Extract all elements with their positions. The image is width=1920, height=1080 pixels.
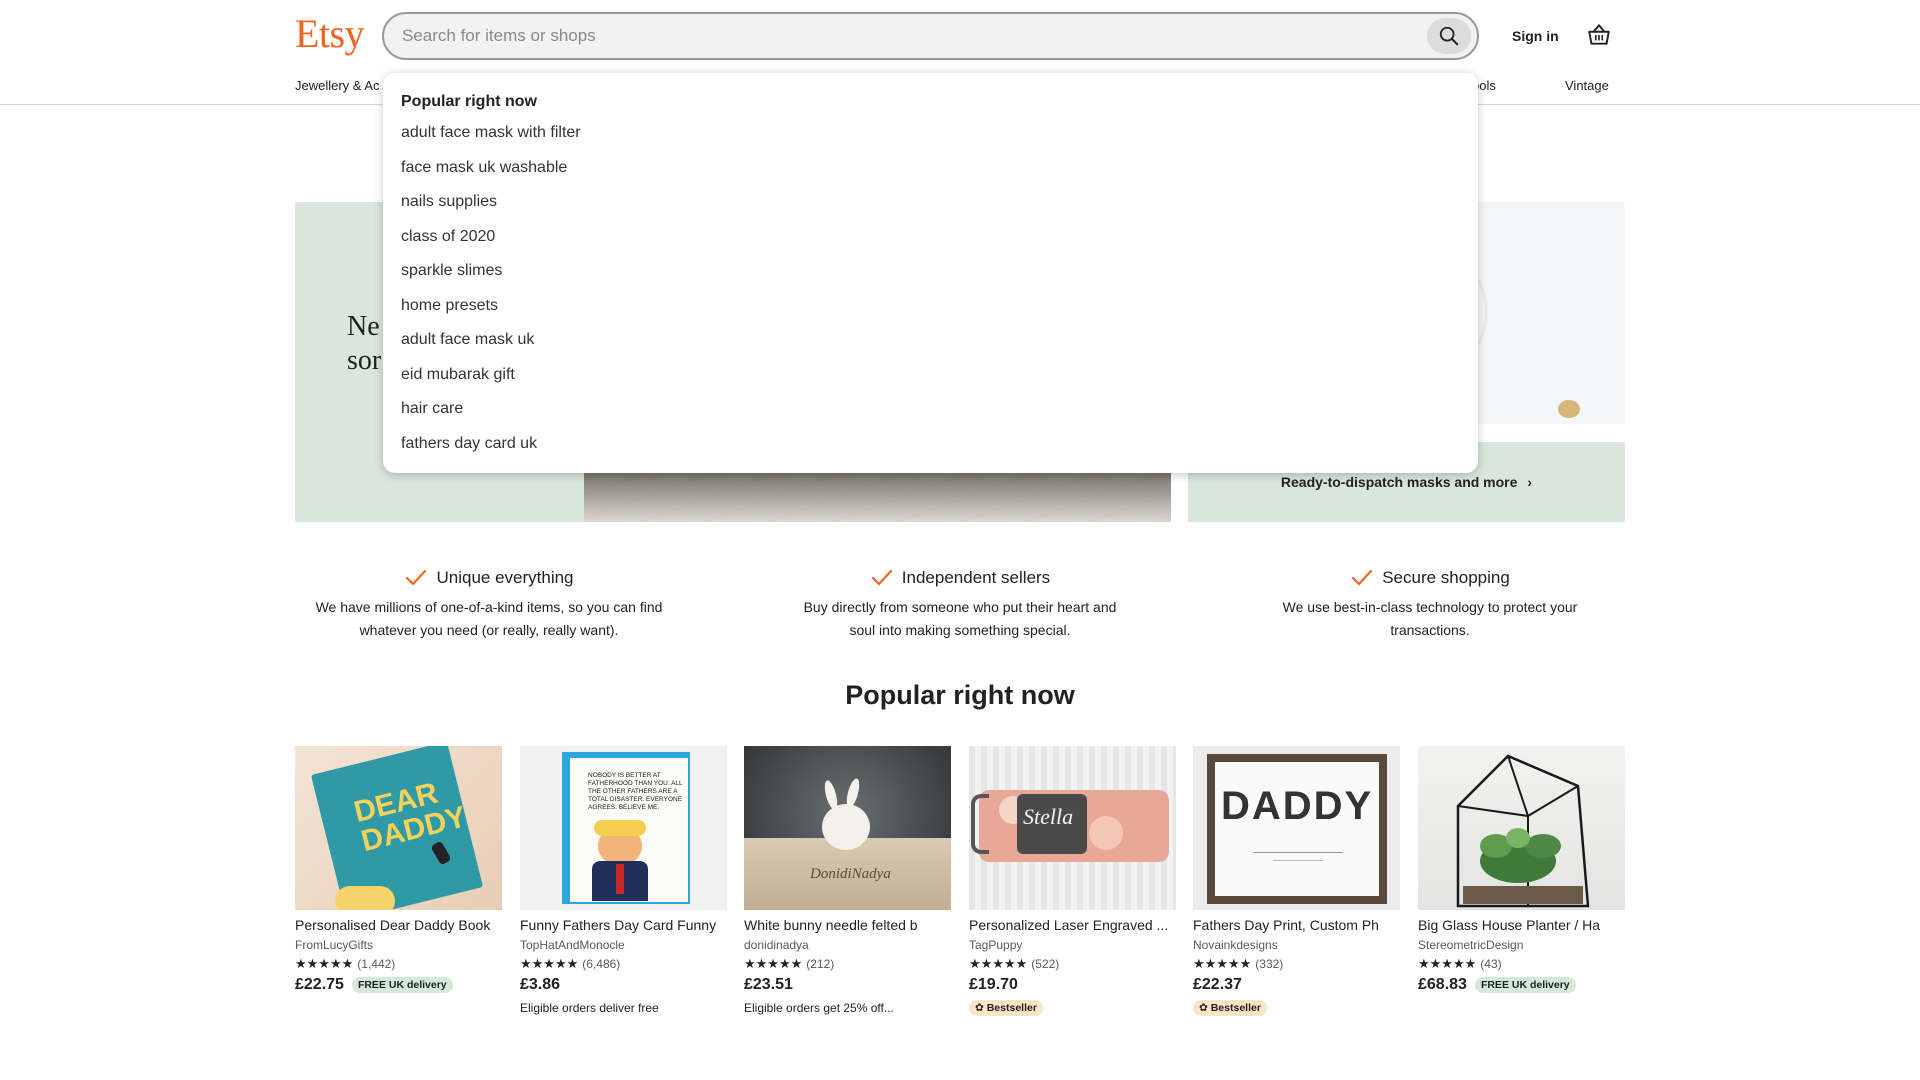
suggestion-item[interactable]: class of 2020 (401, 227, 581, 262)
category-jewellery[interactable]: Jewellery & Ac (295, 78, 380, 93)
value-prop-unique: Unique everything We have millions of on… (289, 568, 689, 642)
bestseller-badge: ✿ Bestseller (969, 1000, 1043, 1016)
suggestion-list: adult face mask with filter face mask uk… (401, 123, 581, 468)
product-card[interactable]: DEAR DADDY Personalised Dear Daddy Book … (295, 746, 502, 994)
shop-name: TagPuppy (969, 938, 1023, 952)
product-title[interactable]: Fathers Day Print, Custom Ph (1193, 917, 1400, 933)
value-prop-desc: We use best-in-class technology to prote… (1282, 599, 1578, 638)
price: £3.86 (520, 976, 561, 993)
price: £19.70 (969, 976, 1018, 993)
price: £22.37 (1193, 976, 1242, 993)
rating: ★★★★★ (522) (969, 956, 1176, 972)
delivery-note: Eligible orders deliver free (520, 1001, 659, 1015)
etsy-logo[interactable]: Etsy (295, 10, 365, 57)
search-suggestions-dropdown: Popular right now adult face mask with f… (383, 73, 1478, 473)
value-prop-title: Unique everything (436, 568, 574, 587)
product-card[interactable]: NOBODY IS BETTER AT FATHERHOOD THAN YOU.… (520, 746, 727, 1015)
rating: ★★★★★ (1,442) (295, 956, 502, 972)
rating: ★★★★★ (332) (1193, 956, 1400, 972)
value-prop-sellers: Independent sellers Buy directly from so… (760, 568, 1160, 642)
popular-section-title: Popular right now (845, 680, 1075, 710)
search-input[interactable] (402, 14, 1382, 58)
basket-icon (1588, 24, 1610, 45)
suggestion-item[interactable]: adult face mask with filter (401, 123, 581, 158)
checkmark-icon (1352, 569, 1373, 586)
product-image[interactable]: DonidiNadya (744, 746, 951, 910)
price: £68.83 (1418, 976, 1467, 993)
product-card[interactable]: DADDY Fathers Day Print, Custom Ph Novai… (1193, 746, 1400, 1016)
product-image[interactable]: DADDY (1193, 746, 1400, 910)
star-rating-icon: ★★★★★ (744, 956, 803, 971)
review-count: (522) (1031, 957, 1060, 971)
review-count: (43) (1480, 957, 1502, 971)
product-image[interactable]: DEAR DADDY (295, 746, 502, 910)
terrarium-illustration (1456, 754, 1590, 908)
bestseller-badge: ✿ Bestseller (1193, 1000, 1267, 1016)
product-card[interactable]: Big Glass House Planter / Ha Stereometri… (1418, 746, 1625, 994)
search-button[interactable] (1427, 18, 1471, 54)
shop-name: StereometricDesign (1418, 938, 1524, 952)
price: £23.51 (744, 976, 793, 993)
shop-name: Novainkdesigns (1193, 938, 1278, 952)
suggestion-item[interactable]: adult face mask uk (401, 330, 581, 365)
suggestion-item[interactable]: eid mubarak gift (401, 365, 581, 400)
hero-text: Ne sor (347, 311, 382, 376)
value-prop-secure: Secure shopping We use best-in-class tec… (1230, 568, 1630, 642)
suggestion-item[interactable]: sparkle slimes (401, 261, 581, 296)
suggestion-item[interactable]: hair care (401, 399, 581, 434)
suggestion-item[interactable]: nails supplies (401, 192, 581, 227)
free-delivery-badge: FREE UK delivery (351, 977, 453, 993)
product-title[interactable]: Big Glass House Planter / Ha (1418, 917, 1625, 933)
review-count: (332) (1255, 957, 1284, 971)
rating: ★★★★★ (6,486) (520, 956, 727, 972)
product-title[interactable]: Personalised Dear Daddy Book (295, 917, 502, 933)
suggestion-item[interactable]: home presets (401, 296, 581, 331)
value-prop-desc: We have millions of one-of-a-kind items,… (315, 599, 663, 638)
cart-button[interactable] (1586, 22, 1614, 50)
shop-name: FromLucyGifts (295, 938, 374, 952)
product-card[interactable]: Stella Personalized Laser Engraved ... T… (969, 746, 1176, 1016)
product-title[interactable]: Funny Fathers Day Card Funny (520, 917, 727, 933)
price: £22.75 (295, 976, 344, 993)
rating: ★★★★★ (212) (744, 956, 951, 972)
product-image[interactable] (1418, 746, 1625, 910)
star-rating-icon: ★★★★★ (1193, 956, 1252, 971)
product-title[interactable]: Personalized Laser Engraved ... (969, 917, 1176, 933)
sign-in-link[interactable]: Sign in (1512, 28, 1559, 44)
bestseller-icon: ✿ (1199, 1002, 1211, 1014)
checkmark-icon (406, 569, 427, 586)
search-bar[interactable] (382, 12, 1479, 60)
checkmark-icon (871, 569, 892, 586)
product-card[interactable]: DonidiNadya White bunny needle felted b … (744, 746, 951, 1015)
free-delivery-badge: FREE UK delivery (1474, 977, 1576, 993)
chevron-right-icon: › (1527, 474, 1533, 490)
star-rating-icon: ★★★★★ (1418, 956, 1477, 971)
shop-name: donidinadya (744, 938, 809, 952)
review-count: (1,442) (357, 957, 396, 971)
product-image[interactable]: Stella (969, 746, 1176, 910)
star-rating-icon: ★★★★★ (520, 956, 579, 971)
star-rating-icon: ★★★★★ (969, 956, 1028, 971)
rating: ★★★★★ (43) (1418, 956, 1625, 972)
product-title[interactable]: White bunny needle felted b (744, 917, 951, 933)
star-rating-icon: ★★★★★ (295, 956, 354, 971)
review-count: (6,486) (582, 957, 621, 971)
category-vintage[interactable]: Vintage (1565, 78, 1609, 93)
search-icon (1439, 26, 1459, 46)
value-prop-title: Independent sellers (901, 568, 1051, 587)
product-image[interactable]: NOBODY IS BETTER AT FATHERHOOD THAN YOU.… (520, 746, 727, 910)
suggestion-item[interactable]: face mask uk washable (401, 158, 581, 193)
shop-name: TopHatAndMonocle (520, 938, 625, 952)
review-count: (212) (806, 957, 835, 971)
discount-note: Eligible orders get 25% off... (744, 1001, 894, 1015)
suggestion-item[interactable]: fathers day card uk (401, 434, 581, 469)
value-prop-desc: Buy directly from someone who put their … (803, 599, 1117, 638)
value-prop-title: Secure shopping (1382, 568, 1510, 587)
bestseller-icon: ✿ (975, 1002, 987, 1014)
dropdown-title: Popular right now (401, 93, 537, 110)
